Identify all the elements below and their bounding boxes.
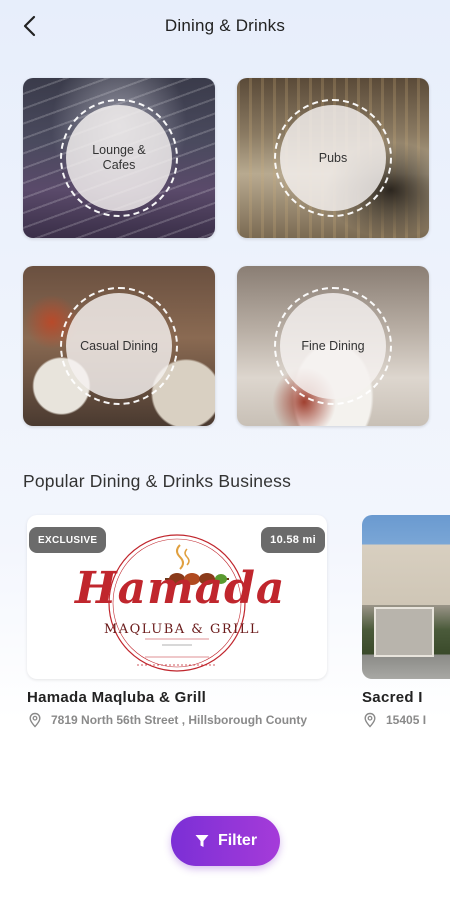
logo-wordmark: Hamada	[75, 563, 286, 614]
building-window	[374, 607, 434, 657]
business-address: 7819 North 56th Street , Hillsborough Co…	[27, 712, 327, 728]
filter-button[interactable]: Filter	[171, 816, 280, 866]
business-card[interactable]: Sacred I 15405 I	[362, 515, 450, 728]
category-fine-dining[interactable]: Fine Dining	[237, 266, 429, 426]
page-title: Dining & Drinks	[164, 16, 286, 35]
distance-badge: 10.58 mi	[261, 527, 325, 553]
business-card[interactable]: Hamada MAQLUBA & GRILL EXCLUSIVE 10.58 m…	[27, 515, 327, 728]
category-label: Casual Dining	[66, 293, 172, 399]
category-lounge-cafes[interactable]: Lounge & Cafes	[23, 78, 215, 238]
business-name: Hamada Maqluba & Grill	[27, 689, 207, 706]
address-text: 15405 I	[386, 713, 427, 727]
category-label: Lounge & Cafes	[66, 105, 172, 211]
address-text: 7819 North 56th Street , Hillsborough Co…	[51, 713, 308, 727]
business-name: Sacred I	[362, 689, 423, 706]
location-pin-icon	[364, 712, 376, 728]
category-label: Fine Dining	[280, 293, 386, 399]
category-label: Pubs	[280, 105, 386, 211]
logo-subtitle: MAQLUBA & GRILL	[103, 622, 261, 637]
category-pubs[interactable]: Pubs	[237, 78, 429, 238]
business-image	[362, 515, 450, 679]
business-address: 15405 I	[362, 712, 450, 728]
filter-funnel-icon	[195, 835, 209, 847]
category-casual-dining[interactable]: Casual Dining	[23, 266, 215, 426]
exclusive-badge: EXCLUSIVE	[29, 527, 107, 553]
business-image: Hamada MAQLUBA & GRILL EXCLUSIVE 10.58 m…	[27, 515, 327, 679]
top-app-bar: Dining & Drinks	[0, 0, 450, 52]
filter-label: Filter	[217, 832, 258, 849]
section-title: Popular Dining & Drinks Business	[23, 471, 292, 491]
location-pin-icon	[29, 712, 41, 728]
